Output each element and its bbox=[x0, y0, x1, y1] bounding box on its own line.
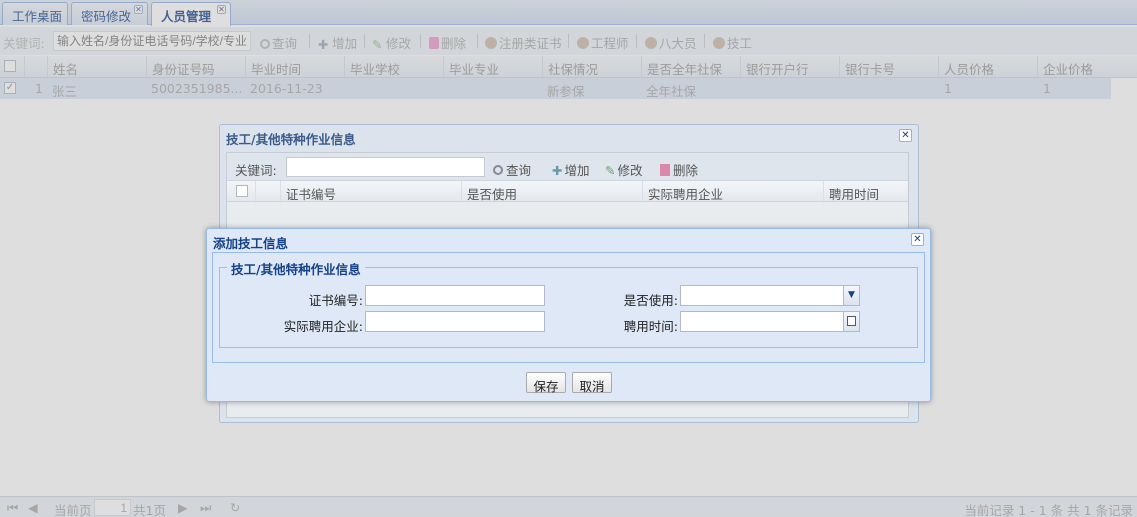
dialog-body: 技工/其他特种作业信息 证书编号: 是否使用: ▼ 实际聘用企业: 聘用时间: bbox=[212, 252, 925, 363]
skill-select-all-checkbox[interactable] bbox=[236, 185, 248, 197]
dialog-title: 添加技工信息 bbox=[213, 236, 289, 251]
window-title: 技工/其他特种作业信息 bbox=[226, 132, 356, 147]
fieldset-legend: 技工/其他特种作业信息 bbox=[227, 259, 365, 278]
close-icon[interactable]: ✕ bbox=[911, 233, 924, 246]
close-icon[interactable]: ✕ bbox=[899, 129, 912, 142]
column-header[interactable]: 实际聘用企业 bbox=[642, 181, 823, 203]
cancel-button[interactable]: 取消 bbox=[572, 372, 612, 394]
plus-icon: ✚ bbox=[552, 163, 563, 178]
hire-date-input[interactable] bbox=[680, 311, 860, 332]
skill-search-input[interactable] bbox=[286, 157, 485, 177]
add-skill-dialog: 添加技工信息 ✕ 技工/其他特种作业信息 证书编号: 是否使用: ▼ 实际聘用企… bbox=[206, 228, 931, 402]
keyword-label: 关键词: bbox=[235, 163, 277, 178]
skill-query-button[interactable]: 查询 bbox=[493, 160, 531, 179]
in-use-label: 是否使用: bbox=[623, 293, 678, 308]
trash-icon bbox=[660, 164, 670, 176]
calendar-icon[interactable] bbox=[843, 311, 860, 332]
search-icon bbox=[493, 165, 503, 175]
column-header[interactable]: 证书编号 bbox=[280, 181, 461, 203]
cert-no-input[interactable] bbox=[365, 285, 545, 306]
in-use-select[interactable]: ▼ bbox=[680, 285, 860, 306]
app-window: 工作桌面 密码修改 ✕ 人员管理 ✕ 关键词: 查询 ✚增加 ✎修改 删除 注册… bbox=[0, 0, 1137, 517]
skill-add-button[interactable]: ✚ 增加 bbox=[552, 160, 590, 179]
column-header-index bbox=[255, 181, 280, 203]
hire-date-label: 聘用时间: bbox=[623, 319, 678, 334]
skill-delete-button[interactable]: 删除 bbox=[660, 160, 698, 179]
edit-icon: ✎ bbox=[605, 163, 616, 178]
column-header[interactable]: 聘用时间 bbox=[823, 181, 908, 203]
company-input[interactable] bbox=[365, 311, 545, 332]
skill-grid-header: 证书编号 是否使用 实际聘用企业 聘用时间 bbox=[227, 180, 908, 203]
cert-no-label: 证书编号: bbox=[308, 293, 363, 308]
calendar-icon bbox=[847, 316, 856, 326]
save-button[interactable]: 保存 bbox=[526, 372, 566, 394]
company-label: 实际聘用企业: bbox=[283, 319, 363, 334]
column-header[interactable]: 是否使用 bbox=[461, 181, 642, 203]
chevron-down-icon[interactable]: ▼ bbox=[843, 285, 860, 306]
skill-edit-button[interactable]: ✎ 修改 bbox=[605, 160, 643, 179]
